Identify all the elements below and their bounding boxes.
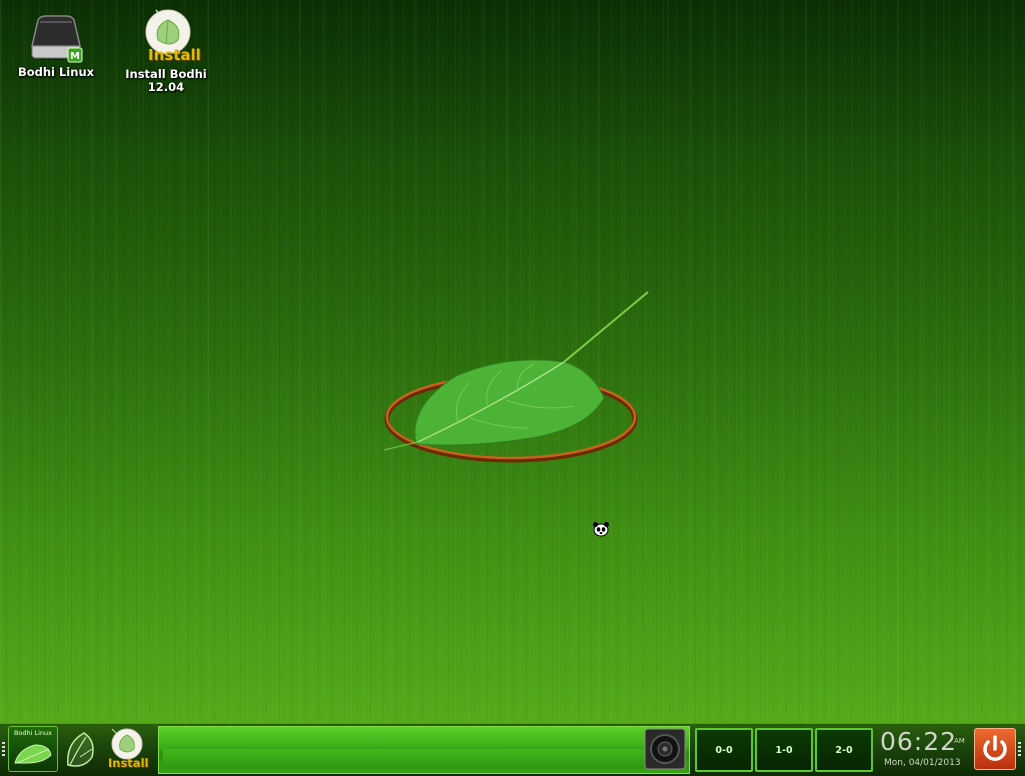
start-button-label: Bodhi Linux xyxy=(13,729,53,737)
svg-text:M: M xyxy=(70,51,80,62)
desktop-background[interactable]: M Bodhi Linux Install Install Bodhi 12.0… xyxy=(0,0,1025,723)
install-launcher-text: Install xyxy=(108,756,149,770)
bodhi-launcher-icon[interactable] xyxy=(60,727,104,771)
bodhi-leaf-logo xyxy=(383,291,649,463)
shelf-grip-left[interactable] xyxy=(2,742,5,758)
install-text: Install xyxy=(148,46,201,64)
clock-ampm: AM xyxy=(954,737,965,745)
desktop-icon-install-bodhi[interactable]: Install Install Bodhi 12.04 xyxy=(118,8,214,94)
mouse-cursor-icon xyxy=(593,522,609,537)
desktop-icon-label: Bodhi Linux xyxy=(17,65,95,79)
taskbar: Bodhi Linux Install 0-0 1-0 2-0 06:22 AM… xyxy=(0,723,1025,776)
clock-date: Mon, 04/01/2013 xyxy=(884,758,961,768)
virtual-desktop-2[interactable]: 2-0 xyxy=(815,728,873,772)
start-menu-button[interactable]: Bodhi Linux xyxy=(8,726,58,772)
task-list[interactable] xyxy=(158,726,690,774)
hard-drive-icon: M xyxy=(24,12,88,66)
power-icon xyxy=(983,735,1007,761)
desktop-icon-bodhi-linux[interactable]: M Bodhi Linux xyxy=(8,12,104,79)
speaker-icon[interactable] xyxy=(644,728,686,770)
power-button[interactable] xyxy=(974,728,1016,770)
shelf-grip-right[interactable] xyxy=(1018,742,1021,758)
install-bodhi-icon: Install xyxy=(134,8,201,66)
desktop-icon-label: Install Bodhi 12.04 xyxy=(125,67,207,94)
virtual-desktop-1[interactable]: 1-0 xyxy=(755,728,813,772)
clock[interactable]: 06:22 AM Mon, 04/01/2013 xyxy=(874,726,974,772)
bodhi-leaf-icon xyxy=(14,744,52,764)
task-list-bar xyxy=(163,749,647,769)
install-launcher-icon[interactable]: Install xyxy=(106,727,150,771)
clock-time: 06:22 xyxy=(880,727,958,756)
virtual-desktop-0[interactable]: 0-0 xyxy=(695,728,753,772)
